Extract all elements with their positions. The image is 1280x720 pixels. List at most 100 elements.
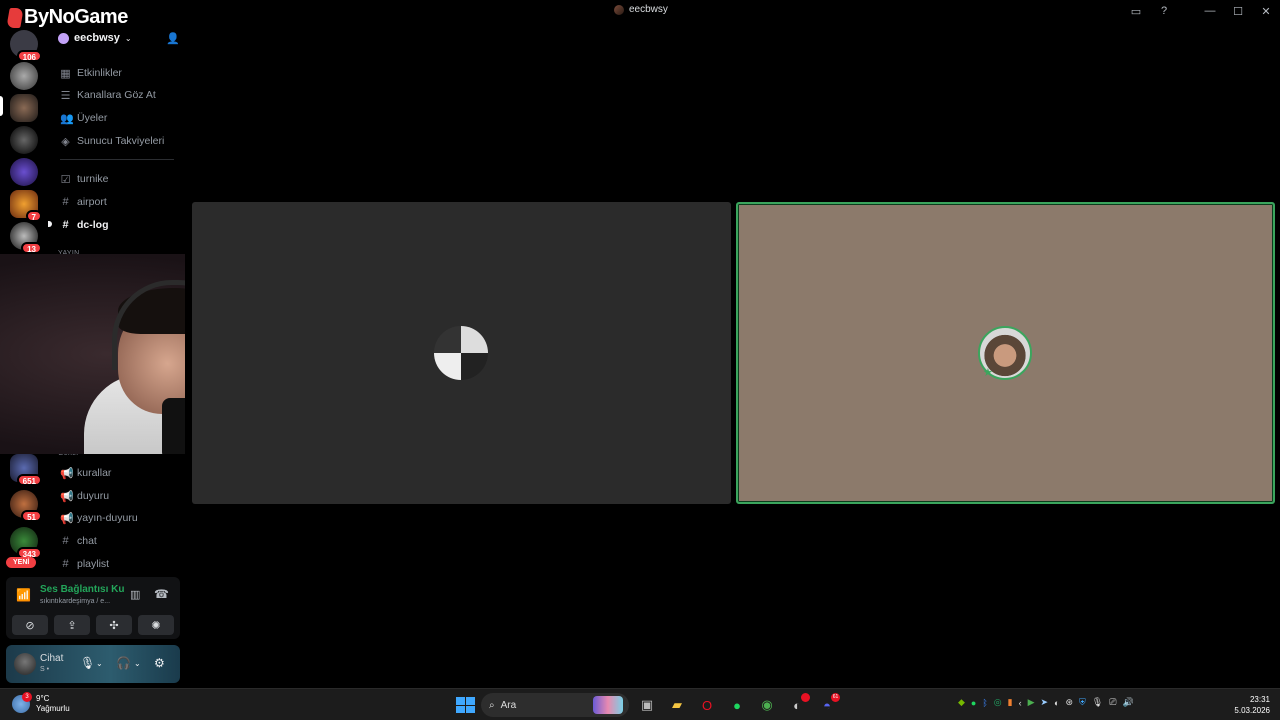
app-tray-icon[interactable]: ➤: [1041, 697, 1049, 708]
voice-channel-name[interactable]: sıkıntıkardeşimya / e...: [40, 598, 110, 605]
app-tray-icon[interactable]: ⊛: [1065, 697, 1073, 708]
disconnect-icon[interactable]: ☎: [154, 587, 169, 601]
file-explorer-icon[interactable]: ▰: [665, 693, 689, 717]
channel-kurallar[interactable]: 📢 kurallar: [60, 464, 180, 482]
server-icon[interactable]: [10, 62, 38, 90]
server-icon[interactable]: 7: [10, 190, 42, 222]
chrome-icon[interactable]: ◉: [755, 693, 779, 717]
members-icon: 👥: [60, 112, 74, 125]
server-icon-home[interactable]: 106: [10, 30, 42, 62]
search-icon: ⌕: [489, 699, 495, 711]
network-icon[interactable]: ⎚: [1109, 697, 1116, 708]
screen-share-button[interactable]: ⇪: [54, 615, 90, 635]
mention-badge: 106: [16, 50, 42, 62]
server-avatar-icon: [614, 4, 624, 15]
camera-off-button[interactable]: ⊘: [12, 615, 48, 635]
headphones-icon[interactable]: 🎧: [116, 656, 131, 670]
nvidia-icon[interactable]: ◆: [958, 697, 965, 708]
channel-yayin-duyuru[interactable]: 📢 yayın-duyuru: [60, 509, 180, 527]
app-tray-icon[interactable]: ◎: [994, 697, 1002, 708]
sidebar-item-server-boosts[interactable]: ◈ Sunucu Takviyeleri: [60, 132, 180, 150]
start-button[interactable]: [453, 694, 475, 716]
participant-tile-speaking[interactable]: ★: [736, 202, 1275, 504]
soundboard-button[interactable]: ✺: [138, 615, 174, 635]
microphone-icon[interactable]: 🎙: [80, 656, 95, 670]
play-icon[interactable]: ▶: [1028, 697, 1035, 708]
security-icon[interactable]: ⛨: [1079, 697, 1086, 708]
watermark-logo-icon: [6, 7, 24, 28]
participant-tile[interactable]: [192, 202, 731, 504]
maximize-button[interactable]: ☐: [1224, 0, 1252, 22]
channel-label: airport: [77, 196, 107, 208]
announcement-icon: 📢: [60, 490, 74, 503]
server-icon[interactable]: 51: [10, 490, 42, 522]
rules-icon: ☑: [60, 173, 71, 186]
weather-widget[interactable]: 3 9°C Yağmurlu: [12, 692, 70, 714]
server-icon[interactable]: 13: [10, 222, 42, 254]
channel-duyuru[interactable]: 📢 duyuru: [60, 487, 180, 505]
channel-playlist[interactable]: # playlist: [60, 555, 180, 573]
new-badge[interactable]: YENİ: [6, 557, 37, 568]
minimize-button[interactable]: —: [1196, 0, 1224, 22]
server-icon[interactable]: [10, 126, 38, 154]
volume-icon[interactable]: 🔊: [1122, 697, 1133, 708]
opera-icon[interactable]: O: [695, 693, 719, 717]
steam-tray-icon[interactable]: ◐: [1054, 698, 1059, 708]
server-icon[interactable]: 651: [10, 454, 42, 486]
discord-icon[interactable]: ◓ 61: [815, 693, 840, 717]
bluetooth-icon[interactable]: ᛒ: [982, 698, 987, 708]
spotify-tray-icon[interactable]: ●: [971, 698, 976, 708]
inbox-icon[interactable]: ▭: [1122, 0, 1150, 22]
username[interactable]: Cihat: [40, 653, 63, 664]
channel-turnike[interactable]: ☑ turnike: [60, 170, 180, 188]
channel-airport[interactable]: # airport: [60, 193, 180, 211]
close-button[interactable]: ✕: [1252, 0, 1280, 22]
sidebar-item-members[interactable]: 👥 Üyeler: [60, 109, 180, 127]
sidebar-item-label: Üyeler: [77, 112, 108, 124]
sidebar-item-browse-channels[interactable]: ☰ Kanallara Göz At: [60, 86, 180, 104]
chevron-down-icon[interactable]: ⌄: [96, 659, 103, 668]
spotify-icon[interactable]: ●: [725, 693, 749, 717]
boost-icon: ◈: [61, 135, 70, 148]
channel-chat[interactable]: # chat: [60, 532, 180, 550]
watermark-text: ByNoGame: [24, 6, 128, 28]
server-header[interactable]: eecbwsy ⌄ 👤: [58, 30, 180, 46]
server-icon[interactable]: 343: [10, 527, 42, 559]
steam-app-icon[interactable]: ◐: [785, 693, 810, 717]
avatar[interactable]: [14, 653, 36, 675]
hash-icon: #: [62, 535, 69, 547]
clock-time: 23:31: [1249, 695, 1270, 704]
voice-status-title[interactable]: Ses Bağlantısı Ku: [40, 584, 124, 595]
invite-user-icon[interactable]: 👤: [166, 32, 180, 45]
server-avatar: [10, 126, 38, 154]
server-icon-selected[interactable]: [10, 94, 38, 122]
announcement-icon: 📢: [60, 467, 74, 480]
channel-dc-log[interactable]: # dc-log: [60, 216, 180, 234]
app-tray-icon[interactable]: ▮: [1008, 697, 1013, 708]
mention-badge: 51: [21, 510, 42, 522]
user-status: S •: [40, 666, 50, 673]
mention-badge: 13: [21, 242, 42, 254]
search-placeholder: Ara: [500, 699, 517, 711]
help-icon[interactable]: ?: [1150, 0, 1178, 22]
weather-desc: Yağmurlu: [36, 704, 70, 713]
chevron-left-icon[interactable]: ‹: [1019, 698, 1022, 708]
sidebar-item-events[interactable]: ▦ Etkinlikler: [60, 64, 180, 82]
server-avatar: [10, 94, 38, 122]
clock[interactable]: 23:31 5.03.2026: [1234, 694, 1270, 716]
microphone-tray-icon[interactable]: 🎙: [1092, 697, 1103, 708]
signal-icon[interactable]: 📶: [16, 588, 31, 602]
server-icon[interactable]: [10, 158, 38, 186]
settings-gear-icon[interactable]: ⚙: [154, 656, 165, 670]
server-boost-badge-icon: [58, 32, 69, 44]
mention-badge: 651: [16, 474, 42, 486]
status-star-icon: ★: [983, 367, 993, 379]
selected-server-indicator: [0, 96, 3, 116]
noise-suppression-icon[interactable]: ▥: [130, 588, 140, 601]
chevron-down-icon[interactable]: ⌄: [134, 659, 141, 668]
activities-button[interactable]: ✣: [96, 615, 132, 635]
task-view-icon[interactable]: ▣: [635, 693, 659, 717]
hash-icon: #: [62, 558, 69, 570]
window-title-text: eecbwsy: [629, 4, 668, 15]
search-input[interactable]: ⌕ Ara: [481, 693, 629, 717]
